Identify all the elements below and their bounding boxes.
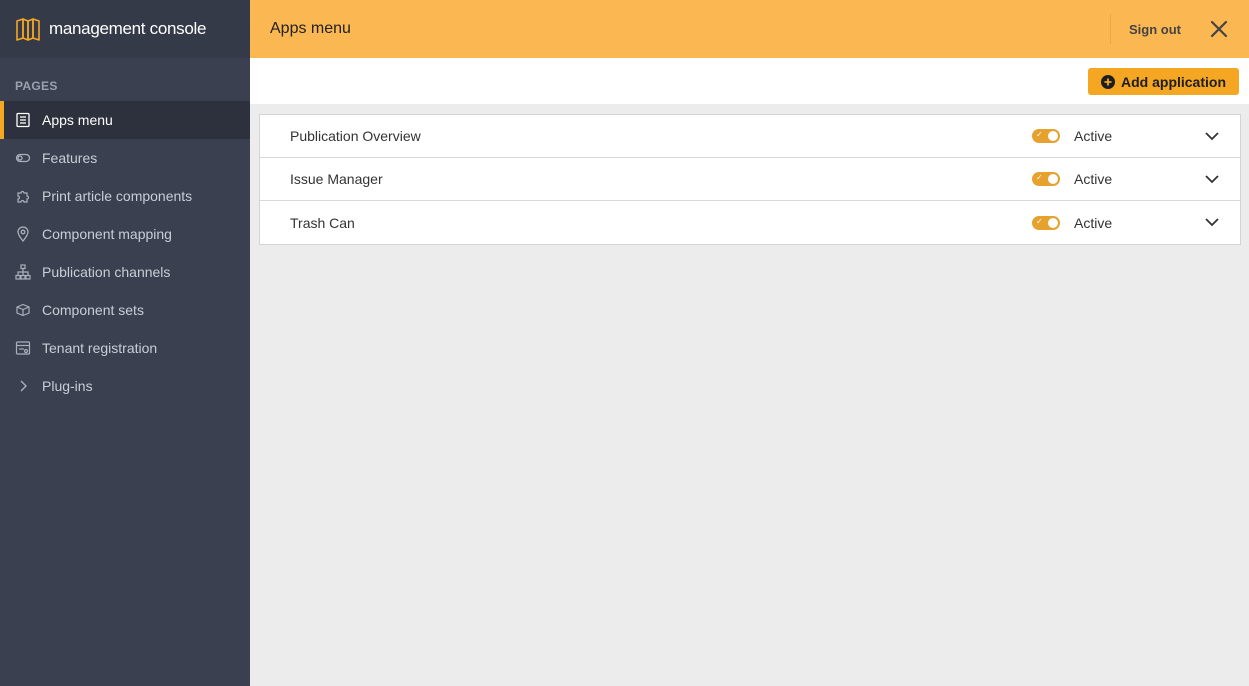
sidebar-item-publication-channels[interactable]: Publication channels: [0, 253, 250, 291]
check-icon: ✓: [1036, 130, 1043, 139]
expand-button[interactable]: [1192, 158, 1232, 201]
sitemap-icon: [15, 264, 31, 280]
sidebar-nav: Apps menu Features Print article compone…: [0, 101, 250, 405]
sidebar: management console PAGES Apps menu Featu…: [0, 0, 250, 686]
status-label: Active: [1074, 171, 1113, 187]
sidebar-item-print-article-components[interactable]: Print article components: [0, 177, 250, 215]
page-title: Apps menu: [270, 20, 351, 37]
sidebar-item-component-sets[interactable]: Component sets: [0, 291, 250, 329]
toggle-knob: [1048, 131, 1058, 141]
puzzle-icon: [15, 188, 31, 204]
sidebar-item-label: Apps menu: [42, 112, 113, 128]
sidebar-item-tenant-registration[interactable]: Tenant registration: [0, 329, 250, 367]
expand-button[interactable]: [1192, 201, 1232, 244]
toggle-knob: [1048, 174, 1058, 184]
status-label: Active: [1074, 128, 1113, 144]
app-name: Trash Can: [290, 214, 355, 231]
box-icon: [15, 302, 31, 318]
chevron-right-icon: [15, 378, 31, 394]
check-icon: ✓: [1036, 216, 1043, 226]
sidebar-item-label: Features: [42, 150, 98, 166]
brand[interactable]: management console: [0, 0, 250, 58]
list-item[interactable]: Publication Overview ✓ Active: [260, 115, 1240, 158]
active-toggle[interactable]: ✓: [1032, 129, 1060, 143]
status-label: Active: [1074, 214, 1113, 231]
active-toggle[interactable]: ✓: [1032, 215, 1060, 230]
chevron-down-icon: [1205, 174, 1219, 183]
sidebar-item-label: Component mapping: [42, 226, 172, 242]
sign-out-link[interactable]: Sign out: [1111, 22, 1199, 37]
chevron-down-icon: [1205, 218, 1219, 227]
form-icon: [15, 340, 31, 356]
apps-list: Publication Overview ✓ Active Issue Mana…: [259, 114, 1241, 245]
close-icon: [1210, 20, 1228, 38]
sidebar-item-label: Publication channels: [42, 264, 171, 280]
list-item[interactable]: Issue Manager ✓ Active: [260, 158, 1240, 201]
chevron-down-icon: [1205, 131, 1219, 140]
toggle-knob: [1048, 217, 1058, 228]
list-icon: [15, 112, 31, 128]
plus-circle-icon: [1101, 74, 1115, 89]
section-label-pages: PAGES: [15, 79, 58, 93]
active-toggle[interactable]: ✓: [1032, 172, 1060, 186]
close-button[interactable]: [1199, 0, 1239, 58]
check-icon: ✓: [1036, 173, 1043, 182]
location-pin-icon: [15, 226, 31, 242]
toolbar: Add application: [250, 58, 1249, 104]
sidebar-item-label: Component sets: [42, 302, 144, 318]
sidebar-item-label: Tenant registration: [42, 340, 158, 356]
map-icon: [15, 16, 41, 42]
sidebar-item-component-mapping[interactable]: Component mapping: [0, 215, 250, 253]
top-bar: Apps menu Sign out: [250, 0, 1249, 58]
list-item[interactable]: Trash Can ✓ Active: [260, 201, 1240, 244]
sidebar-item-apps-menu[interactable]: Apps menu: [0, 101, 250, 139]
toggle-icon: [15, 150, 31, 166]
sidebar-item-label: Plug-ins: [42, 378, 93, 394]
expand-button[interactable]: [1192, 115, 1232, 158]
brand-name: management console: [49, 19, 207, 38]
sidebar-item-label: Print article components: [42, 188, 193, 204]
sidebar-item-plug-ins[interactable]: Plug-ins: [0, 367, 250, 405]
app-name: Publication Overview: [290, 128, 421, 144]
app-name: Issue Manager: [290, 171, 383, 187]
add-application-button[interactable]: Add application: [1088, 68, 1239, 95]
add-application-label: Add application: [1121, 73, 1226, 90]
sidebar-item-features[interactable]: Features: [0, 139, 250, 177]
